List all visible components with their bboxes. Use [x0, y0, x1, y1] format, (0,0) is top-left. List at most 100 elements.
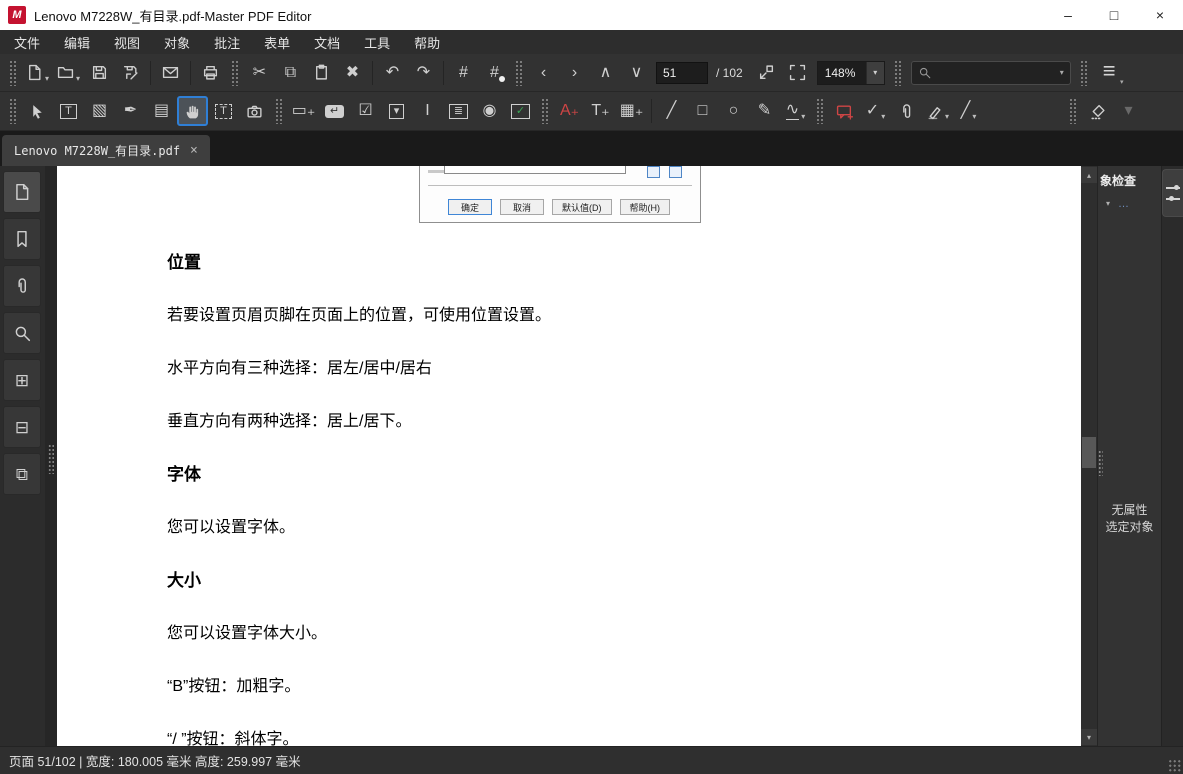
maximize-button[interactable]: □ [1091, 0, 1137, 30]
edit-path-tool[interactable]: ✒ [116, 97, 145, 125]
menu-item-9[interactable]: 帮助 [402, 30, 452, 55]
toolbar-menu-button[interactable]: ≡ ▾ [1093, 59, 1126, 86]
inspector-dropdown-caret[interactable]: ▾ [1106, 199, 1110, 208]
sign-document-tool[interactable]: ∿ ▾ [781, 97, 810, 125]
highlight-tool[interactable]: ▾ [923, 97, 952, 125]
hand-tool[interactable] [177, 96, 208, 126]
status-text: 页面 51/102 | 宽度: 180.005 毫米 高度: 259.997 毫… [9, 755, 301, 769]
menu-item-3[interactable]: 视图 [102, 30, 152, 55]
dialog-button: 取消 [500, 199, 544, 215]
pdf-page: 确定 取消 默认值(D) 帮助(H) 位置 若要设置页眉页脚在页面上的位置，可使用位置设… [57, 166, 1081, 746]
listbox-field-tool[interactable]: ≣ [444, 97, 473, 125]
zoom-caret-icon[interactable]: ▾ [865, 61, 884, 84]
checkbox-field-tool[interactable]: ☑ [351, 97, 380, 125]
sidebar-attachments[interactable] [3, 265, 41, 307]
delete-button[interactable]: ✖ [338, 59, 367, 87]
minimize-button[interactable]: – [1045, 0, 1091, 30]
search-input[interactable]: ▾ [910, 60, 1071, 85]
menu-item-8[interactable]: 工具 [352, 30, 402, 55]
edit-text-tool[interactable]: T [54, 97, 83, 125]
sticky-note-tool[interactable] [830, 97, 859, 125]
open-document-button[interactable]: ▾ [54, 59, 83, 87]
resize-grip[interactable] [1168, 759, 1181, 772]
search-caret-icon[interactable]: ▾ [1060, 68, 1064, 77]
panel-splitter[interactable] [1098, 450, 1103, 476]
email-button[interactable] [156, 59, 185, 87]
save-button[interactable] [85, 59, 114, 87]
sidebar-bookmarks[interactable] [3, 218, 41, 260]
toolbar-overflow-button[interactable]: ▾ [1114, 97, 1143, 125]
previous-page-button[interactable]: ∧ [591, 59, 620, 87]
grid-button[interactable]: # [449, 59, 478, 87]
tab-close-icon[interactable]: × [190, 143, 198, 158]
tools-toolbar: T ▧ ✒ ▤ T ▭₊ ↵ ☑ ▾ I ≣ ◉ ✓ A₊ T₊ ▦₊ ╱ □ ○ ✎ ∿ ▾ ✓ ▾ ▾ ╱ ▾ ▾ [0, 92, 1183, 131]
text-box-tool[interactable]: T₊ [586, 97, 615, 125]
link-tool[interactable]: ▭₊ [289, 97, 318, 125]
print-button[interactable] [196, 59, 225, 87]
sidebar-signatures[interactable]: ⊟ [3, 406, 41, 448]
fit-page-button[interactable] [752, 59, 781, 87]
paste-button[interactable] [307, 59, 336, 87]
edit-form-tool[interactable]: ▤ [147, 97, 176, 125]
menu-item-5[interactable]: 批注 [202, 30, 252, 55]
scroll-up-button[interactable]: ▴ [1081, 167, 1097, 183]
next-page-button[interactable]: ∨ [622, 59, 651, 87]
menu-item-7[interactable]: 文档 [302, 30, 352, 55]
sidebar-search[interactable] [3, 312, 41, 354]
sidebar-thumbnails[interactable] [3, 171, 41, 213]
document-tab[interactable]: Lenovo M7228W_有目录.pdf × [2, 135, 210, 166]
scrollbar-thumb[interactable] [1082, 437, 1096, 468]
zoom-select[interactable]: 148% ▾ [816, 60, 885, 85]
properties-panel-toggle[interactable] [1162, 169, 1183, 217]
toolbar-grip [231, 59, 239, 86]
menu-caret-icon: ▾ [1120, 78, 1124, 86]
back-button[interactable]: ‹ [529, 59, 558, 87]
main-toolbar: ▾ ▾ ✂⧉ ✖ ↶↷ ## ‹›∧∨ / 102 148% ▾ ▾ ≡▾ [0, 54, 1183, 92]
button-field-tool[interactable]: ↵ [320, 97, 349, 125]
radio-field-tool[interactable]: ◉ [475, 97, 504, 125]
select-text-tool[interactable]: T [209, 97, 238, 125]
vertical-scrollbar[interactable]: ▴ ▾ [1081, 166, 1097, 746]
toolbar-separator [372, 60, 373, 85]
attach-file-tool[interactable] [892, 97, 921, 125]
close-button[interactable]: × [1137, 0, 1183, 30]
undo-button[interactable]: ↶ [378, 59, 407, 87]
menu-item-1[interactable]: 文件 [2, 30, 52, 55]
doc-paragraph: “/ ”按钮：斜体字。 [167, 731, 299, 746]
signature-field-tool[interactable]: ✓ [506, 97, 535, 125]
pencil-tool[interactable]: ✎ [750, 97, 779, 125]
sidebar-layers[interactable]: ⧉ [3, 453, 41, 495]
fit-visible-button[interactable] [783, 59, 812, 87]
redo-button[interactable]: ↷ [409, 59, 438, 87]
add-text-tool[interactable]: A₊ [555, 97, 584, 125]
menu-item-4[interactable]: 对象 [152, 30, 202, 55]
copy-button[interactable]: ⧉ [276, 59, 305, 87]
snap-grid-button[interactable]: # [480, 59, 509, 87]
image-tool[interactable]: ▦₊ [617, 97, 646, 125]
menu-item-6[interactable]: 表单 [252, 30, 302, 55]
rectangle-tool[interactable]: □ [688, 97, 717, 125]
select-tool[interactable] [23, 97, 52, 125]
eraser-tool[interactable] [1083, 97, 1112, 125]
ellipse-tool[interactable]: ○ [719, 97, 748, 125]
measure-tool[interactable]: ╱ ▾ [954, 97, 983, 125]
forward-button[interactable]: › [560, 59, 589, 87]
cut-button[interactable]: ✂ [245, 59, 274, 87]
combobox-field-tool[interactable]: ▾ [382, 97, 411, 125]
doc-paragraph: 您可以设置字体。 [167, 519, 296, 536]
sidebar-form-fields[interactable]: ⊞ [3, 359, 41, 401]
sidebar-splitter[interactable] [45, 166, 57, 746]
edit-image-tool[interactable]: ▧ [85, 97, 114, 125]
scroll-down-button[interactable]: ▾ [1081, 729, 1097, 745]
line-tool[interactable]: ╱ [657, 97, 686, 125]
page-number-input[interactable] [656, 61, 708, 84]
highlight-tool-caret-icon: ▾ [944, 112, 949, 121]
dialog-input-fragment [444, 166, 626, 174]
save-as-button[interactable] [116, 59, 145, 87]
text-field-tool[interactable]: I [413, 97, 442, 125]
new-document-button[interactable]: ▾ [23, 59, 52, 87]
toolbar-grip [9, 59, 17, 86]
snapshot-tool[interactable] [240, 97, 269, 125]
menu-item-2[interactable]: 编辑 [52, 30, 102, 55]
check-annotation-tool[interactable]: ✓ ▾ [861, 97, 890, 125]
